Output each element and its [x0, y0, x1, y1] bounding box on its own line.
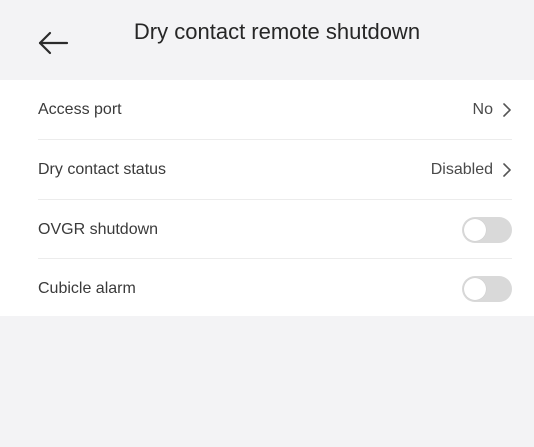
setting-label-dry-contact-status: Dry contact status: [38, 160, 167, 178]
chevron-right-icon: [503, 162, 511, 177]
access-port-selector[interactable]: No: [473, 101, 512, 119]
ovgr-shutdown-toggle[interactable]: [462, 216, 512, 243]
setting-row-cubicle-alarm: Cubicle alarm: [38, 259, 512, 318]
setting-row-ovgr-shutdown: OVGR shutdown: [38, 200, 512, 259]
setting-row-access-port[interactable]: Access port No: [38, 80, 512, 139]
chevron-right-icon: [503, 102, 511, 117]
setting-label-cubicle-alarm: Cubicle alarm: [38, 279, 136, 297]
toggle-knob: [464, 277, 486, 300]
setting-row-dry-contact-status[interactable]: Dry contact status Disabled: [38, 140, 512, 199]
setting-label-ovgr-shutdown: OVGR shutdown: [38, 220, 159, 238]
access-port-value: No: [472, 100, 493, 118]
arrow-left-icon: [38, 31, 69, 55]
dry-contact-status-selector[interactable]: Disabled: [431, 161, 512, 179]
toggle-knob: [464, 218, 486, 241]
setting-label-access-port: Access port: [38, 100, 122, 118]
settings-list: Access port No Dry contact status Disabl…: [0, 80, 534, 316]
page-title: Dry contact remote shutdown: [133, 19, 421, 44]
app-header: Dry contact remote shutdown: [0, 0, 534, 77]
dry-contact-status-value: Disabled: [430, 160, 493, 178]
back-button[interactable]: [36, 28, 70, 58]
cubicle-alarm-toggle[interactable]: [462, 275, 512, 302]
